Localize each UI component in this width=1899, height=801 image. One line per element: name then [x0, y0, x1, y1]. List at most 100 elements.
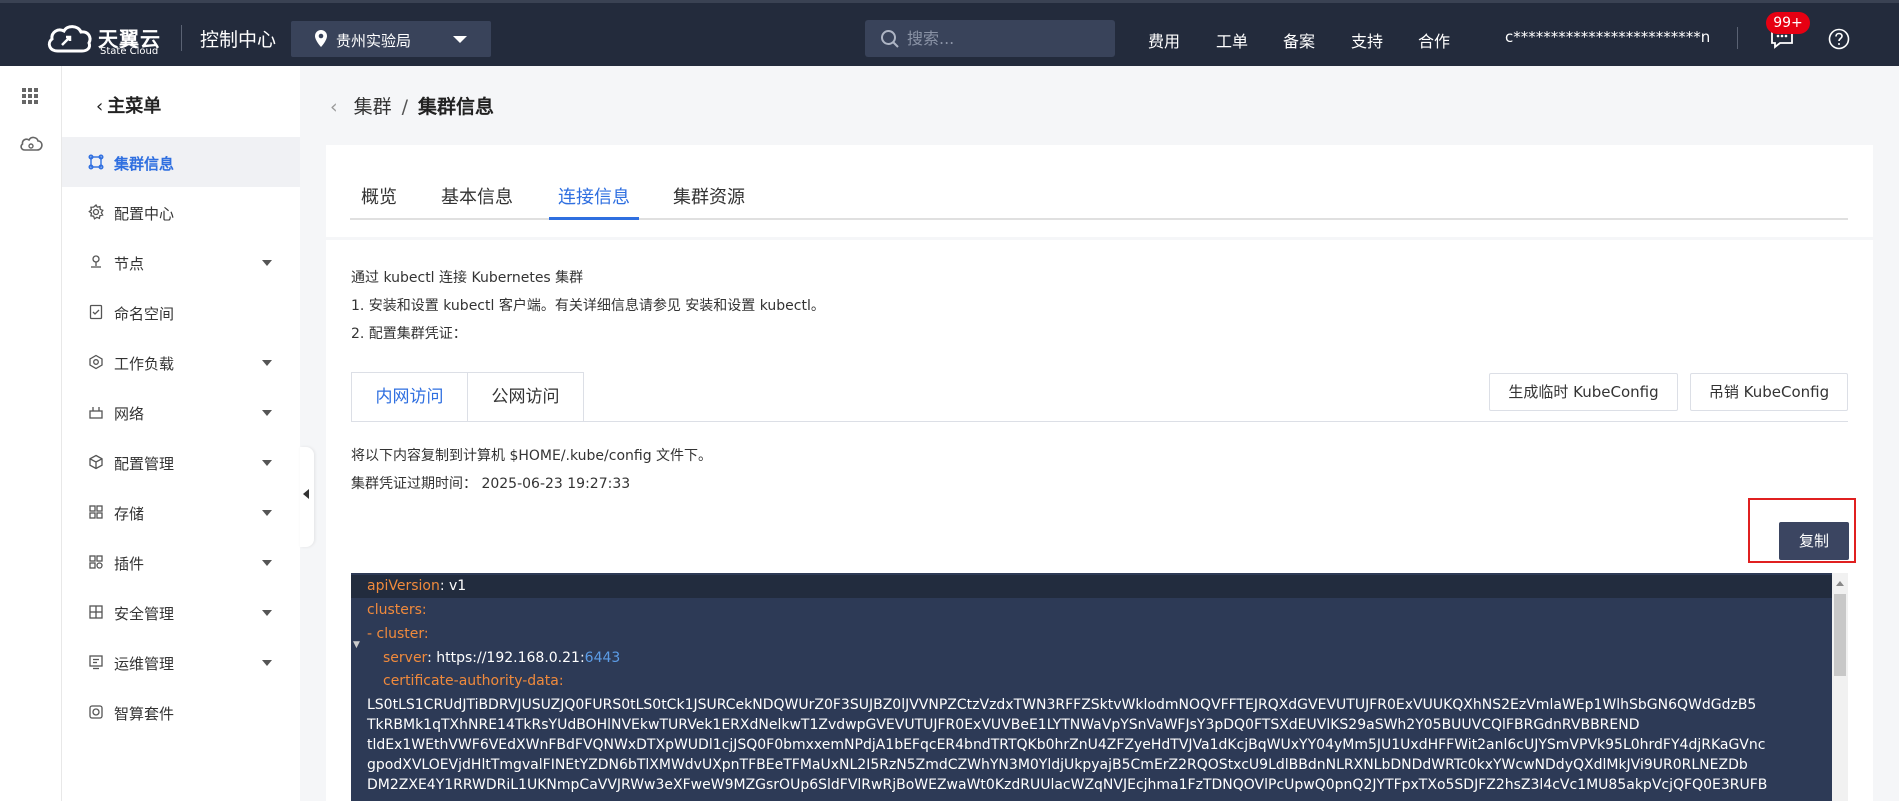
- sidebar-item-plugins[interactable]: 插件: [62, 537, 300, 587]
- scroll-up-arrow-icon[interactable]: [1836, 581, 1844, 586]
- sidebar-item-cluster-info[interactable]: 集群信息: [62, 137, 300, 187]
- chevron-down-icon: [262, 610, 272, 616]
- tabs-card: 概览 基本信息 连接信息 集群资源: [326, 145, 1873, 237]
- logo-subtext: State Cloud: [100, 46, 159, 57]
- logo[interactable]: 天翼云 State Cloud: [44, 21, 164, 57]
- apps-grid-icon[interactable]: [22, 88, 38, 104]
- sidebar-item-security[interactable]: 安全管理: [62, 587, 300, 637]
- intro-line: 2. 配置集群凭证：: [351, 326, 467, 342]
- expiry-row: 集群凭证过期时间： 2025-06-23 19:27:33: [351, 473, 630, 493]
- generate-kubeconfig-button[interactable]: 生成临时 KubeConfig: [1489, 373, 1678, 411]
- sidebar-item-label: 工作负载: [114, 355, 175, 373]
- nav-ticket[interactable]: 工单: [1216, 28, 1248, 52]
- sidebar-item-label: 插件: [114, 555, 145, 573]
- certificate-data: LS0tLS1CRUdJTiBDRVJUSUZJQ0FURS0tLS0tCk1J…: [367, 697, 1768, 793]
- chevron-down-icon: [262, 360, 272, 366]
- divider: [1737, 27, 1738, 49]
- tab-overview[interactable]: 概览: [361, 183, 397, 209]
- breadcrumb-parent[interactable]: 集群: [354, 96, 392, 118]
- cloud-icon[interactable]: [19, 136, 43, 152]
- sidebar-item-config-center[interactable]: 配置中心: [62, 187, 300, 237]
- sidebar-collapse-toggle[interactable]: [300, 447, 314, 547]
- copy-hint: 将以下内容复制到计算机 $HOME/.kube/config 文件下。: [351, 448, 713, 464]
- sidebar-item-network[interactable]: 网络: [62, 387, 300, 437]
- console-title[interactable]: 控制中心: [200, 25, 276, 52]
- sidebar-item-label: 集群信息: [114, 155, 175, 173]
- sidebar: ‹主菜单 集群信息 配置中心 节点 命名空间 工作负载 网络 配置管理 存储: [62, 66, 300, 801]
- intro-line: 通过 kubectl 连接 Kubernetes 集群: [351, 270, 584, 286]
- code-line: - cluster:: [367, 626, 429, 642]
- sidebar-item-label: 配置中心: [114, 205, 175, 223]
- node-icon: [91, 255, 101, 268]
- search-input[interactable]: [907, 26, 1102, 51]
- main-menu-label: 主菜单: [107, 96, 162, 117]
- code-line: certificate-authority-data:: [383, 673, 564, 689]
- tab-cluster-resources[interactable]: 集群资源: [673, 183, 745, 209]
- sidebar-item-label: 安全管理: [114, 605, 175, 623]
- code-line: server: https://192.168.0.21:6443: [383, 650, 621, 666]
- cluster-icon: [88, 154, 104, 170]
- intro-line: 1. 安装和设置 kubectl 客户端。有关详细信息请参见 安装和设置 kub…: [351, 298, 825, 314]
- sidebar-item-label: 智算套件: [114, 705, 175, 723]
- fold-arrow-icon[interactable]: ▼: [353, 640, 360, 650]
- tab-basic-info[interactable]: 基本信息: [441, 183, 513, 209]
- location-pin-icon: [315, 30, 327, 47]
- nav-cooperation[interactable]: 合作: [1418, 28, 1450, 52]
- connection-info-card: 通过 kubectl 连接 Kubernetes 集群 1. 安装和设置 kub…: [326, 240, 1873, 801]
- tab-public-access[interactable]: 公网访问: [467, 372, 584, 422]
- sidebar-item-label: 网络: [114, 405, 145, 423]
- breadcrumb-separator: /: [401, 96, 409, 118]
- nav-support[interactable]: 支持: [1351, 28, 1383, 52]
- sidebar-item-config-management[interactable]: 配置管理: [62, 437, 300, 487]
- search-icon: [881, 30, 899, 48]
- tab-internal-access[interactable]: 内网访问: [351, 372, 468, 422]
- sidebar-item-label: 命名空间: [114, 305, 175, 323]
- breadcrumb-current: 集群信息: [418, 96, 495, 118]
- gear-icon: [88, 204, 104, 220]
- kubeconfig-code-block[interactable]: apiVersion: v1 clusters: ▼ - cluster: se…: [351, 573, 1848, 801]
- chevron-down-icon: [453, 36, 467, 43]
- sidebar-item-storage[interactable]: 存储: [62, 487, 300, 537]
- scrollbar[interactable]: [1832, 573, 1848, 801]
- top-header: 天翼云 State Cloud 控制中心 贵州实验局 费用 工单 备案 支持 合…: [0, 0, 1899, 66]
- network-icon: [89, 407, 103, 419]
- chevron-down-icon: [262, 260, 272, 266]
- sidebar-item-ops[interactable]: 运维管理: [62, 637, 300, 687]
- security-icon: [89, 605, 103, 619]
- sidebar-item-label: 配置管理: [114, 455, 175, 473]
- chevron-left-icon: [303, 489, 309, 499]
- config-icon: [89, 454, 103, 470]
- expiry-label: 集群凭证过期时间：: [351, 476, 477, 492]
- back-chevron-icon[interactable]: ‹: [330, 96, 338, 118]
- user-account[interactable]: c*************************n: [1505, 28, 1710, 46]
- code-line: apiVersion: v1: [367, 578, 467, 594]
- main-menu-back[interactable]: ‹ 主菜单: [96, 92, 161, 118]
- sidebar-item-workload[interactable]: 工作负载: [62, 337, 300, 387]
- chevron-down-icon: [262, 460, 272, 466]
- region-label: 贵州实验局: [336, 32, 412, 50]
- sidebar-item-nodes[interactable]: 节点: [62, 237, 300, 287]
- tab-connection-info[interactable]: 连接信息: [558, 183, 630, 209]
- chevron-down-icon: [262, 410, 272, 416]
- sidebar-item-ai-suite[interactable]: 智算套件: [62, 687, 300, 737]
- scrollbar-thumb[interactable]: [1834, 594, 1846, 676]
- chevron-down-icon: [262, 510, 272, 516]
- nav-filing[interactable]: 备案: [1283, 28, 1315, 52]
- storage-icon: [89, 505, 103, 519]
- search-box[interactable]: [865, 20, 1115, 57]
- active-line-highlight: [351, 575, 1832, 598]
- revoke-kubeconfig-button[interactable]: 吊销 KubeConfig: [1690, 373, 1848, 411]
- cloud-logo-icon: [47, 25, 92, 53]
- help-icon[interactable]: [1828, 28, 1850, 50]
- region-selector[interactable]: 贵州实验局: [291, 21, 491, 57]
- code-line: clusters:: [367, 602, 427, 618]
- subtabs-divider: [351, 421, 1848, 422]
- nav-billing[interactable]: 费用: [1148, 28, 1180, 52]
- copy-button[interactable]: 复制: [1779, 522, 1849, 560]
- sidebar-item-label: 运维管理: [114, 655, 175, 673]
- sidebar-item-label: 节点: [114, 255, 145, 273]
- plugin-icon: [89, 555, 103, 569]
- sidebar-item-namespace[interactable]: 命名空间: [62, 287, 300, 337]
- expiry-value: 2025-06-23 19:27:33: [481, 476, 631, 492]
- sidebar-item-label: 存储: [114, 505, 145, 523]
